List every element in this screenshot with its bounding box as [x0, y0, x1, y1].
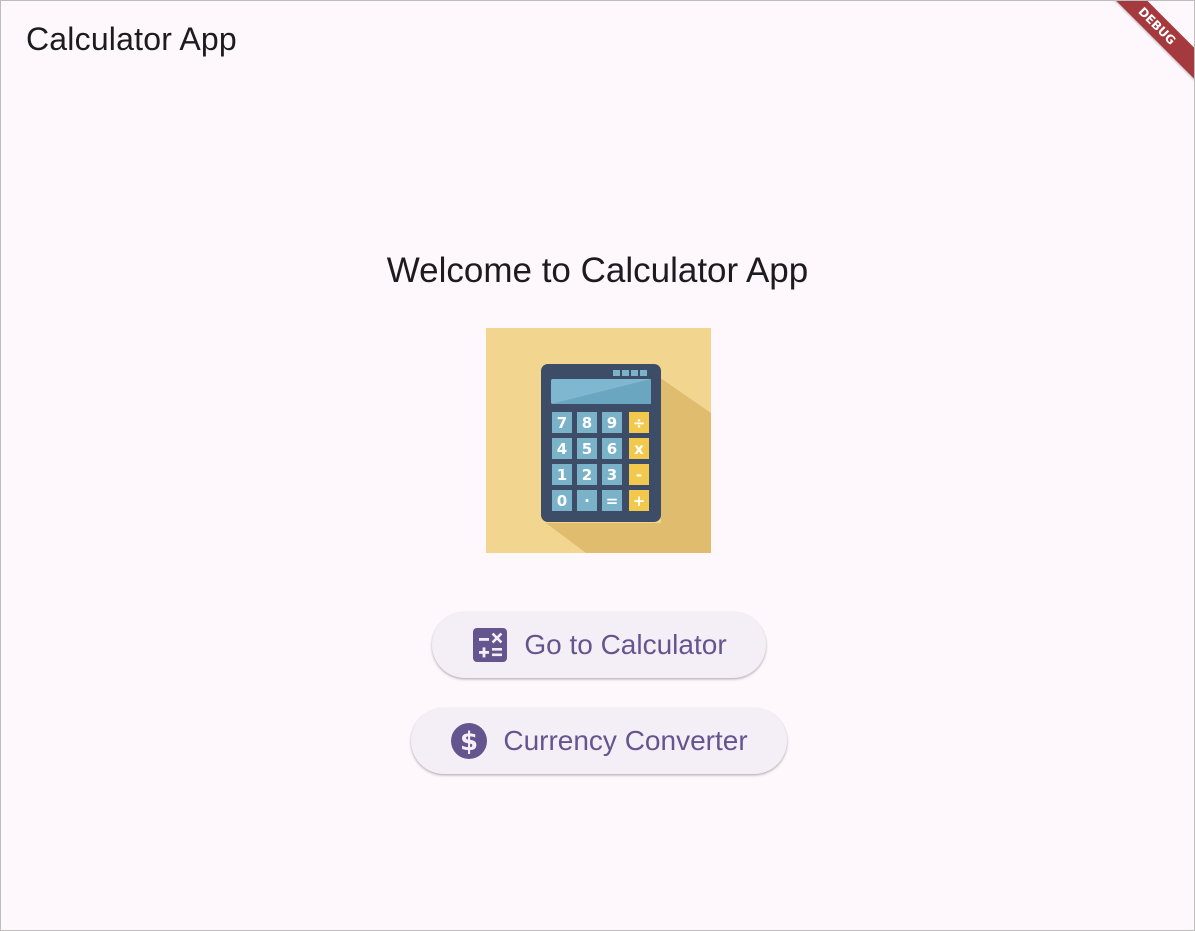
go-to-calculator-label: Go to Calculator	[524, 629, 727, 660]
calculate-icon	[471, 626, 509, 664]
svg-text:3: 3	[607, 466, 617, 484]
svg-text:1: 1	[557, 466, 567, 484]
dollar-icon: $	[450, 722, 488, 760]
calculator-illustration: 7 8 9 ÷ 4 5 6 x 1 2 3 - 0 · = +	[486, 328, 711, 553]
svg-text:$: $	[460, 727, 478, 757]
svg-text:0: 0	[557, 492, 567, 510]
svg-text:+: +	[633, 492, 646, 510]
app-title: Calculator App	[26, 21, 237, 57]
welcome-heading: Welcome to Calculator App	[386, 251, 809, 290]
svg-text:÷: ÷	[633, 414, 646, 432]
svg-text:8: 8	[582, 414, 592, 432]
svg-text:2: 2	[582, 466, 592, 484]
svg-text:9: 9	[607, 414, 617, 432]
svg-text:7: 7	[557, 414, 567, 432]
svg-text:-: -	[636, 466, 642, 484]
go-to-calculator-button[interactable]: Go to Calculator	[432, 612, 766, 678]
svg-text:4: 4	[557, 440, 567, 458]
app-window: Calculator App DEBUG Welcome to Calculat…	[0, 0, 1195, 931]
svg-text:=: =	[606, 492, 619, 510]
svg-text:6: 6	[607, 440, 617, 458]
svg-text:·: ·	[584, 492, 590, 510]
svg-text:5: 5	[582, 440, 592, 458]
app-bar: Calculator App	[1, 1, 1194, 81]
currency-converter-button[interactable]: $ Currency Converter	[411, 708, 787, 774]
svg-text:x: x	[634, 440, 644, 458]
currency-converter-label: Currency Converter	[503, 725, 748, 756]
